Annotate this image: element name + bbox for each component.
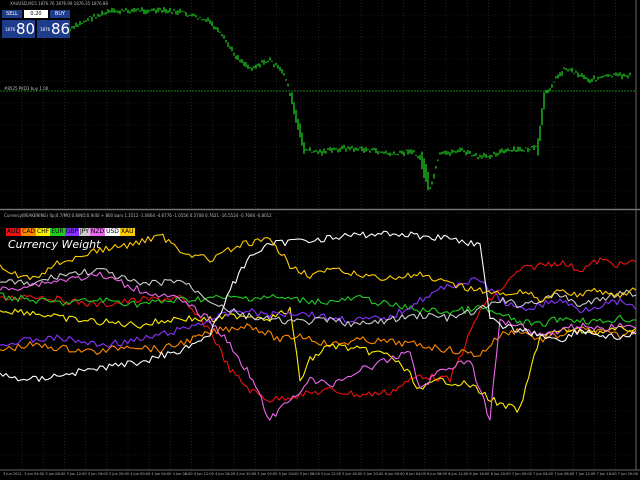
time-label: 7 Jun 12:00 [575, 472, 596, 476]
time-label: 3 Jun 20:00 [109, 472, 130, 476]
time-label: 4 Jun 00:00 [130, 472, 151, 476]
top-chart-header: XAUUSD,M15 1876.76 1876.99 1876.35 1876.… [10, 1, 109, 6]
legend-xau: XAU [119, 228, 135, 236]
time-label: 6 Jun 20:00 [490, 472, 511, 476]
series-line-cad [0, 323, 637, 358]
sell-button[interactable]: SELL [2, 10, 22, 18]
buy-price-pips: 86 [51, 20, 71, 38]
time-label: 5 Jun 20:00 [363, 472, 384, 476]
time-label: 4 Jun 04:00 [151, 472, 172, 476]
indicator-title: Currency Weight [8, 238, 101, 251]
lot-size-input[interactable]: 0.20 [24, 10, 48, 18]
time-label: 4 Jun 16:00 [215, 472, 236, 476]
time-label: 6 Jun 00:00 [384, 472, 405, 476]
trading-terminal: XAUUSD,M15 1876.76 1876.99 1876.35 1876.… [0, 0, 640, 480]
time-label: 7 Jun 20:00 [617, 472, 638, 476]
legend-usd: USD [105, 228, 120, 236]
legend-gbp: GBP [64, 228, 79, 236]
time-label: 4 Jun 08:00 [172, 472, 193, 476]
time-axis: 3 Jun 2021 3 Jun 04:00 3 Jun 08:00 3 Jun 12… [0, 470, 640, 480]
series-line-nzd [0, 271, 637, 421]
time-label: 6 Jun 04:00 [405, 472, 426, 476]
sell-price-prefix: 1876 [5, 27, 16, 32]
time-label: 5 Jun 08:00 [299, 472, 320, 476]
legend-cad: CAD [21, 228, 37, 236]
legend-chf: CHF [36, 228, 51, 236]
sell-price-display[interactable]: 1876 80 [2, 20, 35, 38]
time-label: 5 Jun 04:00 [278, 472, 299, 476]
series-line-usd [0, 230, 637, 382]
price-candles [69, 7, 631, 191]
time-label: 7 Jun 16:00 [596, 472, 617, 476]
time-label: 6 Jun 16:00 [469, 472, 490, 476]
series-line-aud [0, 257, 637, 403]
time-label: 4 Jun 12:00 [193, 472, 214, 476]
buy-price-prefix: 1876 [40, 27, 51, 32]
indicator-header: CurrencyWEAKENING( 0p;0.7/MO;0.8/NO;0.9/… [4, 213, 272, 218]
time-label: 3 Jun 08:00 [45, 472, 66, 476]
currency-legend: AUD CAD CHF EUR GBP JPY NZD USD XAU [6, 228, 135, 236]
time-label: 7 Jun 04:00 [533, 472, 554, 476]
legend-eur: EUR [50, 228, 65, 236]
series-line-gbp [0, 276, 637, 348]
sell-price-pips: 80 [16, 20, 36, 38]
buy-button[interactable]: BUY [50, 10, 70, 18]
time-label: 6 Jun 08:00 [427, 472, 448, 476]
one-click-trading-panel: SELL 0.20 BUY 1876 80 1876 86 [2, 10, 70, 38]
time-label: 5 Jun 16:00 [342, 472, 363, 476]
time-label: 3 Jun 2021 [3, 472, 22, 476]
time-label: 3 Jun 04:00 [24, 472, 45, 476]
time-label: 5 Jun 12:00 [321, 472, 342, 476]
time-label: 3 Jun 12:00 [66, 472, 87, 476]
time-label: 7 Jun 00:00 [511, 472, 532, 476]
legend-nzd: NZD [89, 228, 106, 236]
buy-price-display[interactable]: 1876 86 [37, 20, 70, 38]
time-label: 7 Jun 08:00 [554, 472, 575, 476]
time-label: 6 Jun 12:00 [448, 472, 469, 476]
time-label: 3 Jun 16:00 [87, 472, 108, 476]
order-level-label: #8525 PKD3 buy 1.00 [4, 86, 49, 91]
time-label: 5 Jun 00:00 [257, 472, 278, 476]
legend-aud: AUD [6, 228, 22, 236]
time-label: 4 Jun 20:00 [236, 472, 257, 476]
legend-jpy: JPY [78, 228, 90, 236]
